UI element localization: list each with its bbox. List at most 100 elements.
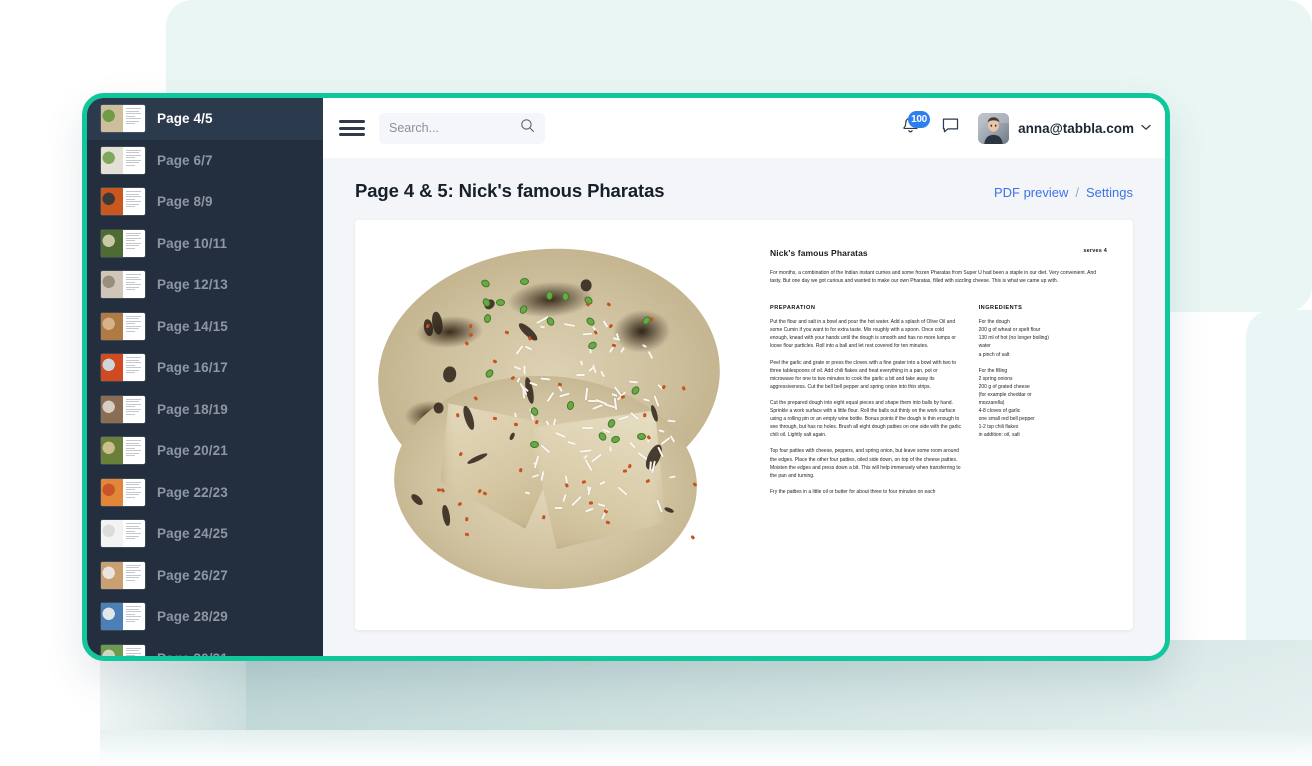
sidebar-item-label: Page 20/21 — [157, 443, 228, 459]
recipe-serves: serves 4 — [1083, 248, 1107, 254]
ingredient-group-title: For the filling — [978, 367, 1008, 374]
pdf-preview-link[interactable]: PDF preview — [994, 185, 1068, 200]
page-thumbnail — [101, 229, 145, 257]
sidebar-item-page-----20-21[interactable]: Page 20/21 — [87, 430, 323, 472]
page-thumbnail — [101, 188, 145, 216]
app-window: Page 4/5 Page 6/7 Page 8/9 Page 10/11 Page 1… — [82, 93, 1170, 661]
page-thumbnail — [101, 561, 145, 589]
sidebar-item-page-----10-11[interactable]: Page 10/11 — [87, 223, 323, 265]
sidebar-item-page-----24-25[interactable]: Page 24/25 — [87, 513, 323, 555]
spread-right-page: Nick's famous Pharatas serves 4 For mont… — [744, 220, 1133, 630]
ingredient-line: in addition: oil, salt — [978, 432, 1020, 439]
ingredient-line: 1-2 tsp chili flakes — [978, 424, 1019, 431]
link-separator: / — [1075, 185, 1080, 200]
sidebar-page-list[interactable]: Page 4/5 Page 6/7 Page 8/9 Page 10/11 Page 1… — [87, 98, 323, 656]
ingredient-line: 200 g of grated cheese — [978, 383, 1030, 390]
sidebar-item-label: Page 4/5 — [157, 111, 213, 127]
ingredient-group: For the filling 2 spring onions 200 g of g… — [979, 367, 1107, 440]
ingredient-line: a pinch of salt — [978, 351, 1010, 358]
sidebar-item-label: Page 14/15 — [157, 318, 228, 334]
sidebar-item-page-----8-9[interactable]: Page 8/9 — [87, 181, 323, 223]
sidebar-item-label: Page 16/17 — [157, 360, 228, 376]
spread-left-page — [355, 220, 744, 630]
topbar-right-group: 100 anna@tabbla.com — [898, 111, 1151, 144]
sidebar-item-page-----28-29[interactable]: Page 28/29 — [87, 596, 323, 638]
sidebar-item-label: Page 28/29 — [157, 609, 228, 625]
page-thumbnail — [101, 105, 145, 133]
preparation-paragraph: Top four patties with cheese, peppers, a… — [770, 448, 961, 479]
header-links: PDF preview / Settings — [994, 185, 1133, 200]
search-input[interactable] — [389, 121, 516, 135]
ingredient-line: water — [978, 343, 991, 350]
ingredient-group: For the dough 200 g of wheat or spelt flo… — [979, 318, 1107, 358]
sidebar-item-label: Page 24/25 — [157, 526, 228, 542]
ingredient-line: 4-8 cloves of garlic — [978, 408, 1021, 415]
ingredient-line: 2 spring onions — [978, 375, 1013, 382]
preparation-paragraph: Fry the patties in a little oil or butte… — [770, 488, 936, 495]
page-thumbnail — [101, 644, 145, 656]
preparation-paragraph: Peel the garlic and grate or press the c… — [770, 359, 957, 390]
sidebar-item-page-----6-7[interactable]: Page 6/7 — [87, 140, 323, 182]
sidebar-item-page-----14-15[interactable]: Page 14/15 — [87, 306, 323, 348]
page-thumbnail — [101, 271, 145, 299]
decorative-shape-bottom-fade — [100, 730, 1312, 766]
document-spread[interactable]: Nick's famous Pharatas serves 4 For mont… — [355, 220, 1133, 630]
ingredient-line: (for example cheddar or — [978, 391, 1032, 398]
content-area: Page 4 & 5: Nick's famous Pharatas PDF p… — [323, 158, 1165, 656]
ingredient-line: mozzarella) — [978, 400, 1005, 407]
recipe-title: Nick's famous Pharatas — [770, 248, 868, 258]
notification-badge: 100 — [908, 111, 930, 128]
preparation-paragraph: Put the flour and salt in a bowl and pou… — [770, 319, 956, 350]
preparation-heading: PREPARATION — [770, 305, 816, 312]
ingredients-column: INGREDIENTS For the dough 200 g of wheat … — [979, 305, 1107, 504]
preparation-paragraph: Cut the prepared dough into eight equal … — [770, 399, 961, 439]
sidebar-item-label: Page 18/19 — [157, 401, 228, 417]
sidebar-item-page-----12-13[interactable]: Page 12/13 — [87, 264, 323, 306]
hamburger-icon[interactable] — [339, 119, 365, 137]
chat-bubble-icon — [941, 116, 960, 140]
user-menu[interactable]: anna@tabbla.com — [978, 112, 1151, 144]
sidebar-item-page-----22-23[interactable]: Page 22/23 — [87, 472, 323, 514]
page-thumbnail — [101, 437, 145, 465]
page-thumbnail — [101, 520, 145, 548]
settings-link[interactable]: Settings — [1086, 185, 1133, 200]
sidebar-item-page-----18-19[interactable]: Page 18/19 — [87, 389, 323, 431]
sidebar-item-page-----26-27[interactable]: Page 26/27 — [87, 555, 323, 597]
messages-button[interactable] — [938, 115, 962, 141]
sidebar-item-page-----16-17[interactable]: Page 16/17 — [87, 347, 323, 389]
page-thumbnail — [101, 312, 145, 340]
search-box[interactable] — [379, 112, 545, 144]
preparation-column: PREPARATION Put the flour and salt in a … — [770, 305, 963, 504]
ingredient-line: one small red bell pepper — [978, 416, 1035, 423]
ingredient-line: 200 g of wheat or spelt flour — [978, 327, 1041, 334]
page-thumbnail — [101, 603, 145, 631]
sidebar-item-label: Page 10/11 — [157, 235, 228, 251]
user-email: anna@tabbla.com — [1018, 120, 1134, 136]
notifications-button[interactable]: 100 — [898, 111, 930, 141]
chevron-down-icon[interactable] — [1141, 123, 1151, 134]
content-header: Page 4 & 5: Nick's famous Pharatas PDF p… — [355, 180, 1133, 202]
sidebar: Page 4/5 Page 6/7 Page 8/9 Page 10/11 Page 1… — [87, 98, 323, 656]
page-thumbnail — [101, 146, 145, 174]
ingredient-group-title: For the dough — [978, 319, 1010, 326]
page-title: Page 4 & 5: Nick's famous Pharatas — [355, 180, 665, 201]
sidebar-item-page-----30-31[interactable]: Page 30/31 — [87, 638, 323, 656]
top-bar: 100 — [323, 98, 1165, 158]
ingredients-heading: INGREDIENTS — [978, 305, 1023, 312]
main-area: 100 — [323, 98, 1165, 656]
page-thumbnail — [101, 478, 145, 506]
recipe-intro: For months, a combination of the Indian … — [770, 270, 1097, 285]
search-icon[interactable] — [520, 118, 535, 138]
sidebar-item-page-----4-5[interactable]: Page 4/5 — [87, 98, 323, 140]
recipe-photo — [355, 220, 744, 630]
recipe-columns: PREPARATION Put the flour and salt in a … — [770, 305, 1107, 504]
page-thumbnail — [101, 395, 145, 423]
page-thumbnail — [101, 354, 145, 382]
sidebar-item-label: Page 30/31 — [157, 651, 228, 656]
sidebar-item-label: Page 12/13 — [157, 277, 228, 293]
sidebar-item-label: Page 22/23 — [157, 484, 228, 500]
ingredient-line: 130 ml of hot (no longer boiling) — [978, 335, 1049, 342]
sidebar-item-label: Page 6/7 — [157, 152, 213, 168]
sidebar-item-label: Page 8/9 — [157, 194, 213, 210]
avatar — [978, 112, 1010, 144]
